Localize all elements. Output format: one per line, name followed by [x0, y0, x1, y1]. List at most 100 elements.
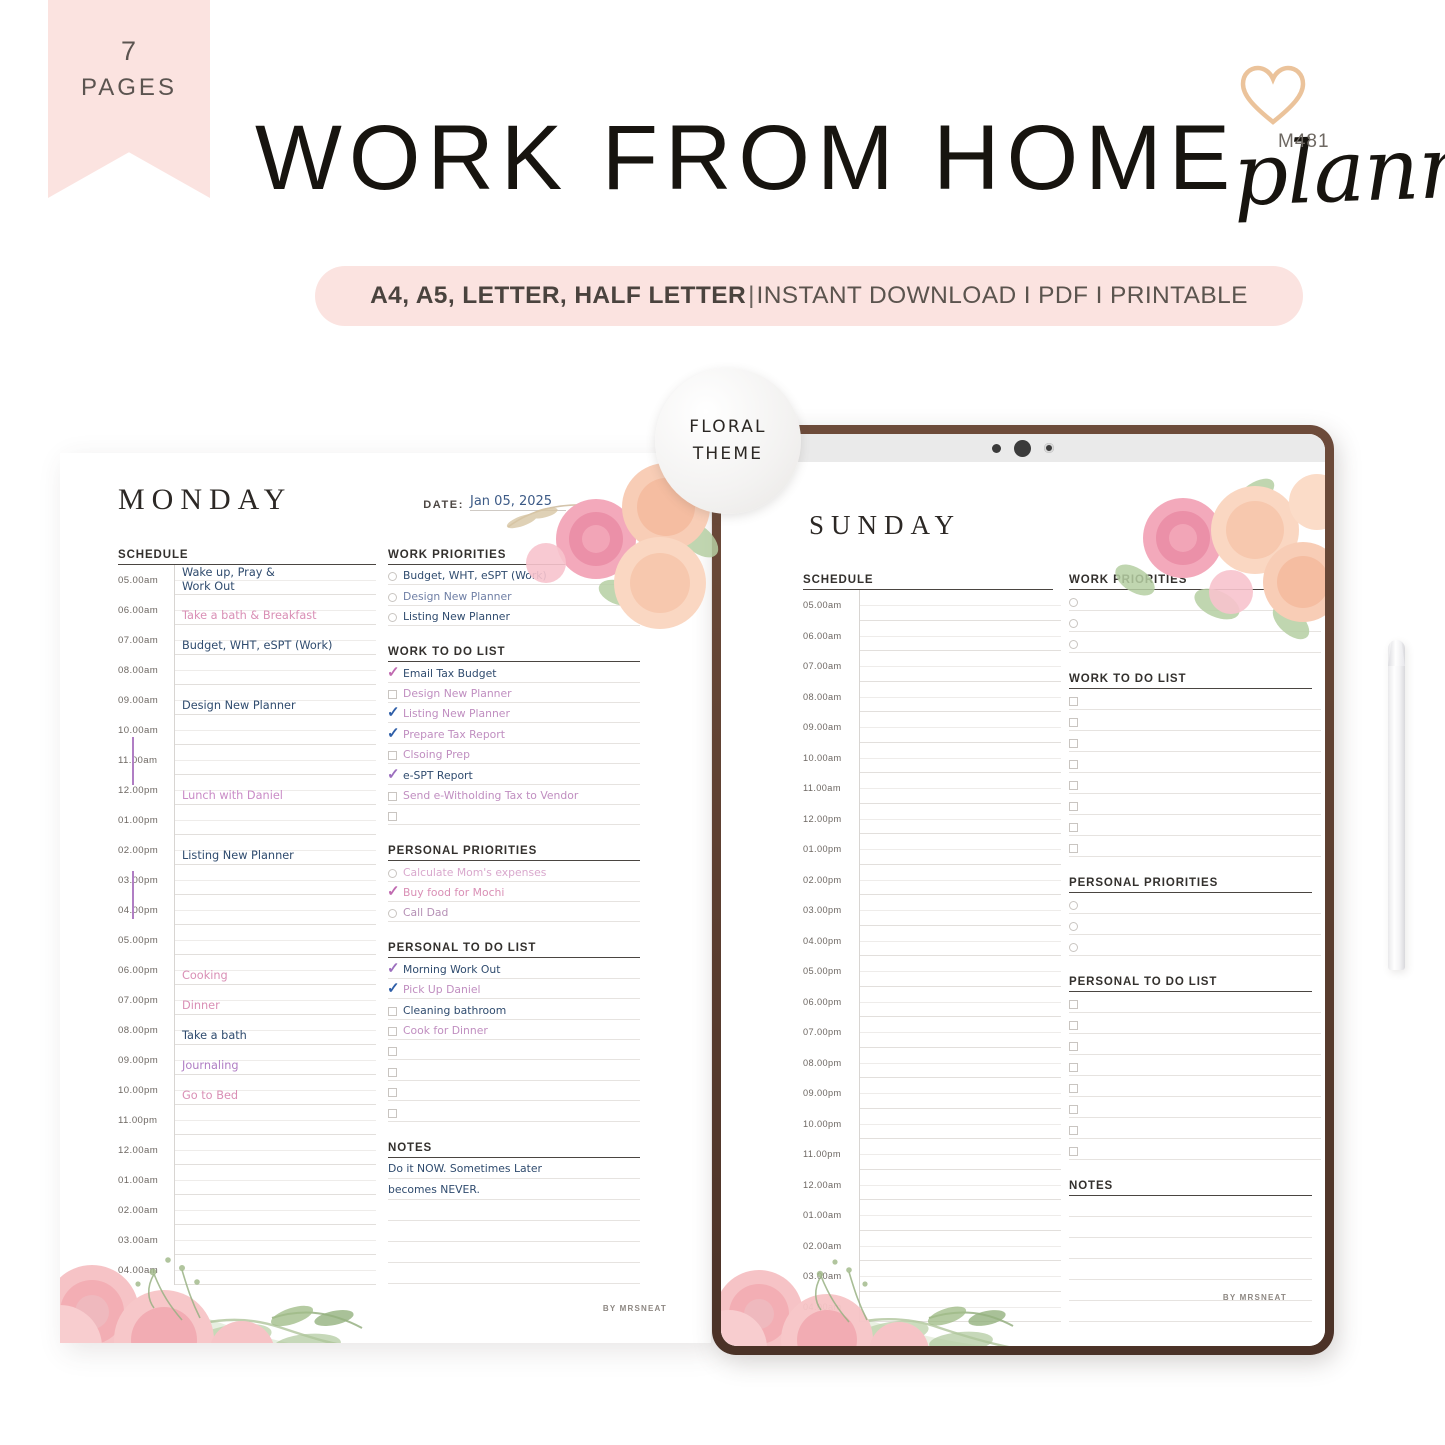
schedule-row[interactable]: 08.00am [803, 681, 1061, 712]
schedule-entry-slot[interactable] [174, 805, 376, 835]
radio-icon[interactable]: ✓ [387, 884, 400, 899]
list-item[interactable] [1069, 815, 1321, 836]
schedule-entry-slot[interactable]: Take a bath [174, 1015, 376, 1045]
list-item[interactable] [1069, 1118, 1321, 1139]
schedule-row[interactable]: 11.00pm [118, 1105, 376, 1135]
notes-line[interactable] [1069, 1238, 1312, 1259]
schedule-entry-slot[interactable] [859, 1108, 1061, 1139]
list-item[interactable] [1069, 836, 1321, 857]
schedule-entry-slot[interactable] [859, 590, 1061, 621]
schedule-row[interactable]: 09.00am Design New Planner [118, 685, 376, 715]
schedule-entry-slot[interactable]: Listing New Planner [174, 835, 376, 865]
list-item[interactable] [1069, 731, 1321, 752]
checkbox-icon[interactable]: ✓ [387, 726, 400, 741]
schedule-row[interactable]: 03.00am [803, 1261, 1061, 1292]
schedule-entry-slot[interactable] [859, 1169, 1061, 1200]
list-item[interactable] [1069, 1139, 1321, 1160]
schedule-row[interactable]: 08.00am [118, 655, 376, 685]
schedule-entry-slot[interactable] [859, 1230, 1061, 1261]
checkbox-icon[interactable]: ✓ [387, 961, 400, 976]
list-item[interactable]: Cook for Dinner [388, 1020, 640, 1041]
list-item[interactable] [1069, 1013, 1321, 1034]
list-item[interactable]: ✓ Morning Work Out [387, 958, 640, 979]
list-item[interactable]: Send e-Witholding Tax to Vendor [388, 785, 640, 805]
schedule-row[interactable]: 09.00pm Journaling [118, 1045, 376, 1075]
schedule-entry-slot[interactable] [174, 1255, 376, 1285]
list-item[interactable] [1069, 794, 1321, 815]
checkbox-icon[interactable] [1069, 760, 1078, 769]
schedule-row[interactable]: 08.00pm Take a bath [118, 1015, 376, 1045]
list-item[interactable]: ✓ e-SPT Report [387, 764, 640, 785]
schedule-row[interactable]: 05.00am Wake up, Pray & Work Out [118, 565, 376, 595]
checkbox-icon[interactable] [388, 1067, 397, 1077]
list-item[interactable] [1069, 914, 1321, 935]
checkbox-icon[interactable] [1069, 1042, 1078, 1051]
list-item[interactable] [1069, 1055, 1321, 1076]
schedule-entry-slot[interactable] [859, 651, 1061, 682]
schedule-entry-slot[interactable] [859, 986, 1061, 1017]
checkbox-icon[interactable] [1069, 1000, 1078, 1009]
notes-line[interactable] [388, 1263, 640, 1284]
schedule-row[interactable]: 04.00am [118, 1255, 376, 1285]
schedule-entry-slot[interactable]: Wake up, Pray & Work Out [174, 565, 376, 595]
schedule-entry-slot[interactable] [859, 834, 1061, 865]
schedule-entry-slot[interactable] [859, 681, 1061, 712]
checkbox-icon[interactable] [388, 1047, 397, 1057]
list-item[interactable] [1069, 689, 1321, 710]
date-value[interactable]: Jan 05, 2025 [470, 494, 566, 512]
checkbox-icon[interactable] [388, 1108, 397, 1118]
schedule-entry-slot[interactable] [859, 1200, 1061, 1231]
list-item[interactable] [1069, 590, 1321, 611]
schedule-row[interactable]: 07.00am Budget, WHT, eSPT (Work) [118, 625, 376, 655]
schedule-row[interactable]: 03.00pm [118, 865, 376, 895]
schedule-row[interactable]: 04.00pm [803, 925, 1061, 956]
schedule-entry-slot[interactable] [859, 803, 1061, 834]
checkbox-icon[interactable]: ✓ [387, 665, 400, 680]
schedule-row[interactable]: 10.00pm Go to Bed [118, 1075, 376, 1105]
checkbox-icon[interactable] [388, 751, 397, 761]
list-item[interactable]: Budget, WHT, eSPT (Work) [388, 565, 640, 586]
checkbox-icon[interactable] [1069, 1021, 1078, 1030]
schedule-row[interactable]: 11.00am [118, 745, 376, 775]
notes-line[interactable] [1069, 1217, 1312, 1238]
schedule-entry-slot[interactable] [859, 895, 1061, 926]
schedule-row[interactable]: 10.00am [803, 742, 1061, 773]
schedule-entry-slot[interactable]: Design New Planner [174, 685, 376, 715]
list-item[interactable] [1069, 935, 1321, 956]
schedule-entry-slot[interactable] [174, 1195, 376, 1225]
checkbox-icon[interactable] [1069, 802, 1078, 811]
schedule-entry-slot[interactable]: Lunch with Daniel [174, 775, 376, 805]
list-item[interactable]: ✓ Buy food for Mochi [387, 882, 640, 903]
schedule-row[interactable]: 02.00pm Listing New Planner [118, 835, 376, 865]
list-item[interactable]: Listing New Planner [388, 606, 640, 627]
radio-icon[interactable] [1069, 922, 1078, 931]
list-item[interactable]: Design New Planner [388, 585, 640, 606]
schedule-row[interactable]: 12.00am [803, 1169, 1061, 1200]
schedule-row[interactable]: 03.00pm [803, 895, 1061, 926]
schedule-row[interactable]: 01.00pm [118, 805, 376, 835]
list-item[interactable]: Call Dad [388, 902, 640, 923]
schedule-entry-slot[interactable] [859, 773, 1061, 804]
radio-icon[interactable] [1069, 943, 1078, 952]
checkbox-icon[interactable]: ✓ [387, 767, 400, 782]
schedule-entry-slot[interactable]: Go to Bed [174, 1075, 376, 1105]
list-item[interactable]: ✓ Email Tax Budget [387, 662, 640, 683]
schedule-row[interactable]: 07.00pm Dinner [118, 985, 376, 1015]
schedule-row[interactable]: 01.00pm [803, 834, 1061, 865]
schedule-row[interactable]: 06.00pm Cooking [118, 955, 376, 985]
schedule-entry-slot[interactable] [859, 1139, 1061, 1170]
schedule-row[interactable]: 09.00pm [803, 1078, 1061, 1109]
schedule-entry-slot[interactable] [174, 1225, 376, 1255]
notes-line[interactable] [1069, 1196, 1312, 1217]
schedule-entry-slot[interactable] [174, 1165, 376, 1195]
schedule-entry-slot[interactable] [859, 1047, 1061, 1078]
radio-icon[interactable] [1069, 619, 1078, 628]
schedule-row[interactable]: 06.00am [803, 620, 1061, 651]
radio-icon[interactable] [1069, 901, 1078, 910]
schedule-row[interactable]: 10.00pm [803, 1108, 1061, 1139]
radio-icon[interactable] [1069, 640, 1078, 649]
list-item[interactable] [1069, 752, 1321, 773]
list-item[interactable] [1069, 632, 1321, 653]
checkbox-icon[interactable] [388, 812, 397, 822]
schedule-entry-slot[interactable] [859, 712, 1061, 743]
